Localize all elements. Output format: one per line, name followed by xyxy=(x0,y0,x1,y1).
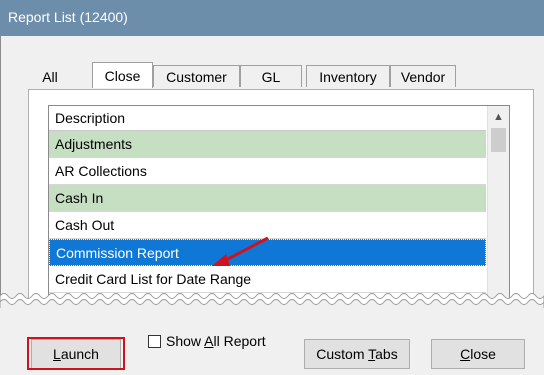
tab-close-label: Close xyxy=(104,68,141,84)
close-button[interactable]: Close xyxy=(431,339,525,369)
show-all-post: ll Report xyxy=(213,333,266,349)
custom-tabs-button[interactable]: Custom Tabs xyxy=(304,339,410,369)
custom-tabs-pre: Custom xyxy=(316,346,369,362)
custom-tabs-post: abs xyxy=(375,346,398,362)
launch-highlight-outline xyxy=(27,337,125,370)
report-list-window: Report List (12400) All Close Customer G… xyxy=(0,0,544,375)
show-all-report-label[interactable]: Show All Report xyxy=(166,333,266,349)
close-mnemonic: C xyxy=(460,346,471,362)
torn-edge-divider xyxy=(0,293,544,310)
show-all-report-checkbox[interactable] xyxy=(148,335,161,348)
close-post: lose xyxy=(470,346,496,362)
show-all-pre: Show xyxy=(166,333,205,349)
tab-close[interactable]: Close xyxy=(92,62,153,88)
